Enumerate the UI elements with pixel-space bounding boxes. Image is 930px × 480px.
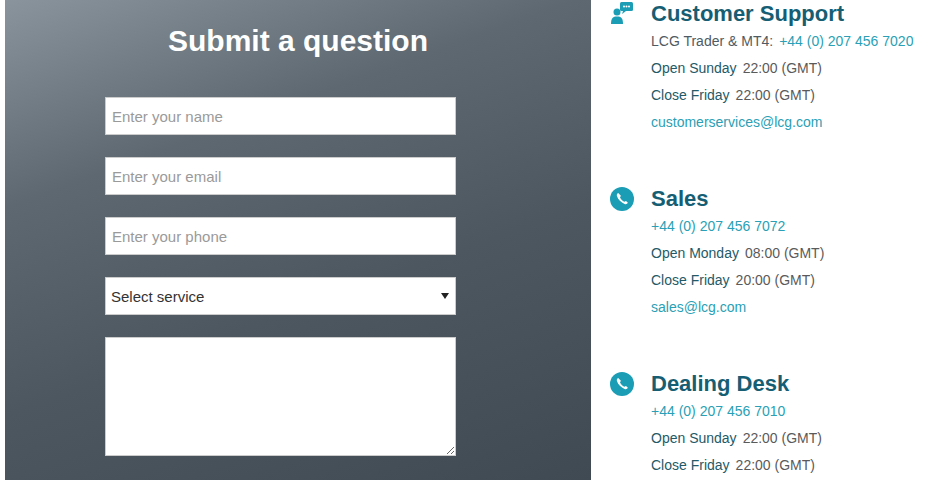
text-input[interactable] [105, 97, 456, 135]
form-title: Submit a question [105, 22, 491, 60]
line-value: 22:00 (GMT) [743, 425, 822, 452]
line-label: Close Friday [651, 452, 730, 479]
phone-icon [610, 187, 634, 211]
contact-title: Customer Support [651, 0, 913, 28]
contact-line: Open Monday08:00 (GMT) [651, 240, 824, 267]
phone-icon [610, 372, 634, 396]
contact-title: Sales [651, 185, 824, 213]
line-value: 22:00 (GMT) [736, 452, 815, 479]
contact-line: Open Sunday22:00 (GMT) [651, 55, 913, 82]
message-textarea[interactable] [105, 337, 456, 456]
text-input[interactable] [105, 217, 456, 255]
select-value: Select service [111, 288, 204, 305]
contact-section: Dealing Desk+44 (0) 207 456 7010Open Sun… [610, 370, 930, 479]
dropdown-arrow-icon [441, 293, 449, 299]
contacts-column: Customer SupportLCG Trader & MT4:+44 (0)… [591, 0, 930, 480]
contact-title: Dealing Desk [651, 370, 822, 398]
contact-line[interactable]: customerservices@lcg.com [651, 109, 913, 136]
contact-page: Submit a question Select service Customer … [0, 0, 930, 480]
contact-line[interactable]: +44 (0) 207 456 7010 [651, 398, 822, 425]
line-value: 22:00 (GMT) [736, 82, 815, 109]
line-label: LCG Trader & MT4: [651, 28, 773, 55]
line-label: Close Friday [651, 82, 730, 109]
line-value: 20:00 (GMT) [736, 267, 815, 294]
contact-line[interactable]: sales@lcg.com [651, 294, 824, 321]
line-label: Open Monday [651, 240, 739, 267]
service-select[interactable]: Select service [105, 277, 456, 315]
line-value: 08:00 (GMT) [745, 240, 824, 267]
contact-line: Close Friday20:00 (GMT) [651, 267, 824, 294]
contact-line[interactable]: LCG Trader & MT4:+44 (0) 207 456 7020 [651, 28, 913, 55]
support-agent-icon [610, 2, 634, 26]
question-form: Select service [105, 97, 456, 456]
question-panel: Submit a question Select service [5, 0, 591, 480]
contact-section: Sales+44 (0) 207 456 7072Open Monday08:0… [610, 185, 930, 321]
contact-link[interactable]: +44 (0) 207 456 7010 [651, 398, 785, 425]
contact-line: Close Friday22:00 (GMT) [651, 452, 822, 479]
line-value: 22:00 (GMT) [743, 55, 822, 82]
contact-line[interactable]: +44 (0) 207 456 7072 [651, 213, 824, 240]
contact-link[interactable]: customerservices@lcg.com [651, 109, 822, 136]
text-input[interactable] [105, 157, 456, 195]
contact-link[interactable]: +44 (0) 207 456 7020 [779, 28, 913, 55]
contact-link[interactable]: +44 (0) 207 456 7072 [651, 213, 785, 240]
contact-line: Open Sunday22:00 (GMT) [651, 425, 822, 452]
line-label: Close Friday [651, 267, 730, 294]
contact-line: Close Friday22:00 (GMT) [651, 82, 913, 109]
line-label: Open Sunday [651, 425, 737, 452]
contact-link[interactable]: sales@lcg.com [651, 294, 746, 321]
contact-section: Customer SupportLCG Trader & MT4:+44 (0)… [610, 0, 930, 136]
line-label: Open Sunday [651, 55, 737, 82]
